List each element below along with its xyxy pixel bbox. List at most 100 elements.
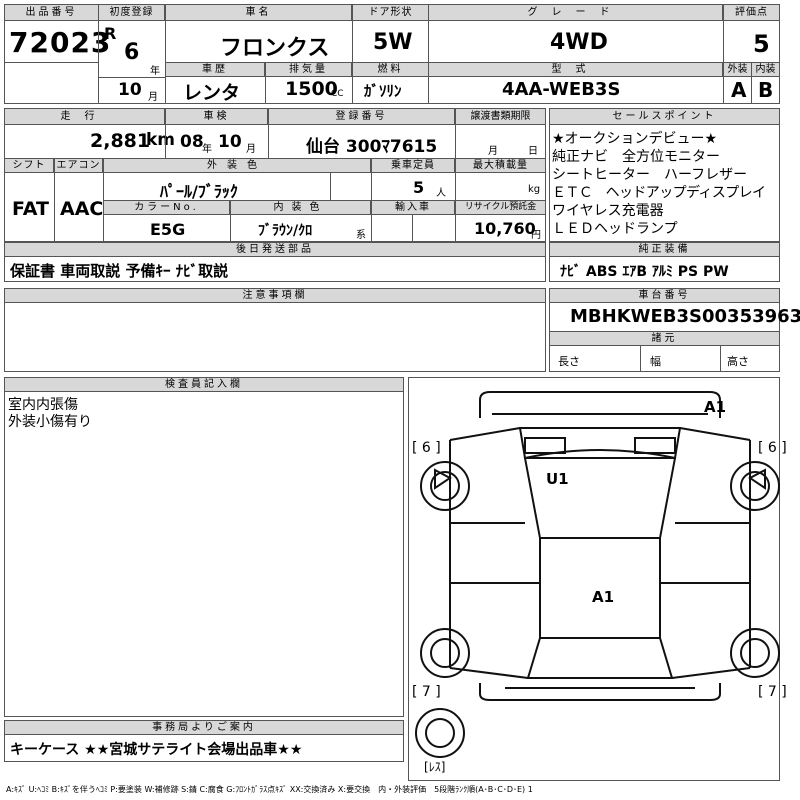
recycle-label: リサイクル預託金 bbox=[455, 200, 546, 215]
score-value: 5 bbox=[753, 30, 770, 58]
fuel-value: ｶﾞｿﾘﾝ bbox=[364, 82, 402, 100]
displacement-label: 排気量 bbox=[265, 62, 352, 77]
genuine-label: 純正装備 bbox=[549, 242, 780, 257]
recycle-unit: 円 bbox=[531, 230, 541, 241]
insp-month-unit: 月 bbox=[246, 144, 256, 155]
inspector-line-2: 外装小傷有り bbox=[8, 414, 92, 430]
interior-label: 内装 bbox=[751, 62, 780, 77]
reg-no-label: 登録番号 bbox=[268, 108, 455, 125]
sales-point-5: ワイヤレス充電器 bbox=[552, 203, 664, 219]
tire-fr: 6 bbox=[767, 440, 777, 456]
insp-year: 08 bbox=[180, 132, 204, 152]
door-label: ドア形状 bbox=[352, 4, 429, 21]
genuine-value: ﾅﾋﾞ ABS ｴｱB ｱﾙﾐ PS PW bbox=[560, 264, 729, 280]
inspection-label: 車検 bbox=[165, 108, 268, 125]
legend-text: A:ｷｽﾞ U:ﾍｺﾐ B:ｷｽﾞを伴うﾍｺﾐ P:要塗装 W:補修跡 S:錆 … bbox=[6, 785, 533, 794]
transfer-day-unit: 日 bbox=[528, 146, 538, 157]
exterior-label: 外装 bbox=[723, 62, 752, 77]
ext-color-label: 外装色 bbox=[103, 158, 371, 173]
car-diagram bbox=[410, 378, 796, 778]
spare-bracket: [ﾚｽ] bbox=[424, 760, 446, 774]
capacity-unit: 人 bbox=[436, 188, 446, 199]
sales-point-2: 純正ナビ 全方位モニター bbox=[552, 149, 720, 165]
chassis-label: 車台番号 bbox=[549, 288, 780, 303]
ext-color-value: ﾊﾟｰﾙ/ﾌﾞﾗｯｸ bbox=[160, 182, 238, 201]
door-value: 5W bbox=[373, 30, 413, 55]
transfer-label: 譲渡書類期限 bbox=[455, 108, 546, 125]
tire-rr-bracket: [ 7 ] bbox=[758, 684, 787, 700]
mileage-unit: km bbox=[146, 130, 176, 150]
model-label: 型式 bbox=[428, 62, 723, 77]
sales-points-label: セールスポイント bbox=[549, 108, 780, 125]
insp-year-unit: 年 bbox=[202, 144, 212, 155]
ac-value: AAC bbox=[60, 198, 104, 220]
tire-rr: 7 bbox=[767, 684, 777, 700]
sales-point-6: ＬＥＤヘッドランプ bbox=[552, 221, 678, 237]
lot-value: 72023 bbox=[9, 26, 112, 59]
interior-value: B bbox=[758, 78, 774, 102]
shift-value: FAT bbox=[12, 198, 49, 220]
cc-unit: CC bbox=[331, 89, 344, 99]
transfer-month-unit: 月 bbox=[488, 146, 498, 157]
sales-point-1: ★オークションデビュー★ bbox=[552, 131, 718, 147]
spec-length: 長さ bbox=[558, 355, 580, 368]
first-reg-year: 6 bbox=[124, 40, 140, 65]
year-unit: 年 bbox=[150, 66, 160, 77]
capacity-value: 5 bbox=[413, 178, 425, 197]
int-color-value: ﾌﾞﾗｳﾝ/ｸﾛ bbox=[258, 223, 313, 239]
month-unit: 月 bbox=[148, 92, 158, 103]
spec-width: 幅 bbox=[650, 355, 661, 368]
lot-label: 出品番号 bbox=[4, 4, 99, 21]
car-outline-icon bbox=[415, 391, 780, 758]
tire-fr-bracket: [ 6 ] bbox=[758, 440, 787, 456]
office-value: キーケース ★★宮城サテライト会場出品車★★ bbox=[10, 742, 303, 758]
later-parts-label: 後日発送部品 bbox=[4, 242, 546, 257]
recycle-value: 10,760 bbox=[474, 219, 536, 238]
office-label: 事務局よりご案内 bbox=[4, 720, 404, 735]
import-label: 輸入車 bbox=[371, 200, 455, 215]
load-unit: kg bbox=[528, 184, 541, 195]
int-color-suffix: 系 bbox=[356, 230, 366, 241]
damage-a1-top: A1 bbox=[704, 398, 727, 416]
insp-month: 10 bbox=[218, 132, 242, 152]
chassis-value: MBHKWEB3S00353963 bbox=[570, 306, 800, 327]
inspector-label: 検査員記入欄 bbox=[4, 377, 404, 392]
notes-label: 注意事項欄 bbox=[4, 288, 546, 303]
color-no-value: E5G bbox=[150, 220, 186, 239]
fuel-label: 燃料 bbox=[352, 62, 429, 77]
tire-rl: 7 bbox=[421, 684, 431, 700]
later-parts-value: 保証書 車両取説 予備ｷｰ ﾅﾋﾞ取説 bbox=[10, 262, 229, 280]
mileage-value: 2,881 bbox=[90, 130, 151, 152]
sales-point-3: シートヒーター ハーフレザー bbox=[552, 167, 748, 183]
tire-fl-bracket: [ 6 ] bbox=[412, 440, 441, 456]
car-name: フロンクス bbox=[220, 36, 330, 61]
displacement-value: 1500 bbox=[285, 78, 338, 100]
history-label: 車歴 bbox=[165, 62, 265, 77]
tire-rl-bracket: [ 7 ] bbox=[412, 684, 441, 700]
capacity-label: 乗車定員 bbox=[371, 158, 455, 173]
int-color-label: 内装色 bbox=[230, 200, 371, 215]
damage-u1: U1 bbox=[546, 470, 569, 488]
tire-fl: 6 bbox=[421, 440, 431, 456]
sales-point-4: ＥＴＣ ヘッドアップディスプレイ bbox=[552, 185, 766, 201]
spec-label: 諸元 bbox=[549, 331, 780, 346]
load-label: 最大積載量 bbox=[455, 158, 546, 173]
score-label: 評価点 bbox=[723, 4, 780, 21]
spec-height: 高さ bbox=[727, 355, 749, 368]
reg-no-value: 仙台 300ﾏ7615 bbox=[306, 137, 438, 157]
car-name-label: 車名 bbox=[165, 4, 352, 21]
first-reg-label: 初度登録 bbox=[98, 4, 165, 21]
model-value: 4AA-WEB3S bbox=[502, 79, 621, 100]
exterior-value: A bbox=[731, 78, 747, 102]
damage-a1-mid: A1 bbox=[592, 588, 615, 606]
grade-label: グレード bbox=[428, 4, 723, 21]
grade-value: 4WD bbox=[550, 30, 608, 55]
spare-tire: ﾚｽ bbox=[428, 760, 441, 774]
ac-label: エアコン bbox=[54, 158, 103, 173]
mileage-label: 走行 bbox=[4, 108, 165, 125]
era: R bbox=[104, 24, 117, 43]
history-value: レンタ bbox=[183, 82, 241, 104]
shift-label: シフト bbox=[4, 158, 54, 173]
color-no-label: カラーNo. bbox=[103, 200, 230, 215]
first-reg-month: 10 bbox=[118, 80, 142, 100]
